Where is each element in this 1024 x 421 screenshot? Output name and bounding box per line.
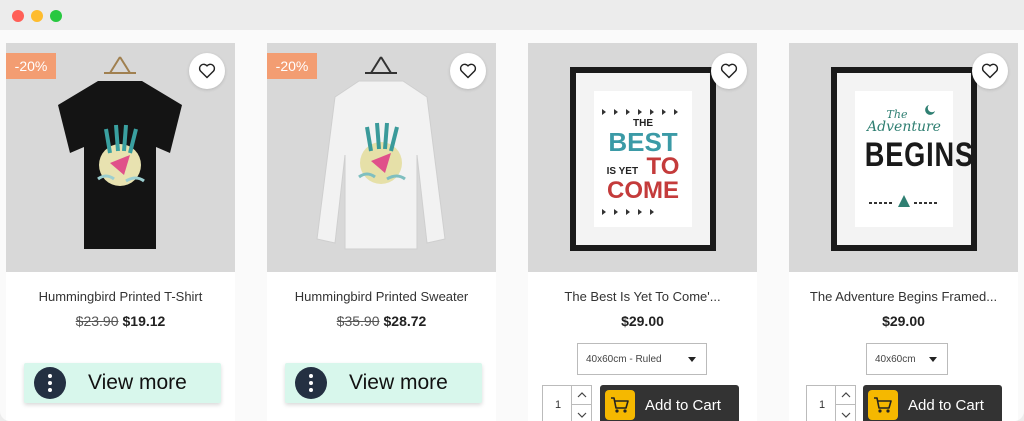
poster-line: BEGINS	[864, 136, 974, 174]
poster-line: TO	[646, 153, 680, 180]
product-grid: -20% Hummingbird Printed T-Shirt $23.90 $…	[0, 30, 1024, 421]
poster-text: The Adventure BEGINS	[855, 109, 974, 174]
quantity-stepper[interactable]: 1	[542, 385, 592, 421]
minimize-window-icon[interactable]	[31, 10, 43, 22]
product-prices: $29.00	[528, 313, 757, 329]
view-more-button[interactable]: View more	[285, 363, 482, 403]
discount-badge: -20%	[267, 53, 317, 79]
product-card-poster-adventure: The Adventure BEGINS The Adventure Begin…	[789, 43, 1018, 421]
product-card-tshirt: -20% Hummingbird Printed T-Shirt $23.90 $…	[6, 43, 235, 421]
variant-select-value: 40x60cm - Ruled	[586, 353, 662, 365]
shopping-cart-icon	[605, 390, 635, 420]
product-price: $29.00	[882, 313, 925, 329]
view-more-button[interactable]: View more	[24, 363, 221, 403]
regular-price: $23.90	[75, 313, 119, 329]
view-more-label: View more	[88, 371, 187, 394]
product-name[interactable]: Hummingbird Printed Sweater	[267, 289, 496, 304]
regular-price: $35.90	[336, 313, 380, 329]
heart-outline-icon	[720, 63, 738, 79]
heart-outline-icon	[981, 63, 999, 79]
poster-line: Adventure	[867, 119, 941, 135]
wishlist-button[interactable]	[189, 53, 225, 89]
chevron-up-icon	[841, 392, 850, 398]
add-to-cart-label: Add to Cart	[908, 396, 984, 414]
wishlist-button[interactable]	[972, 53, 1008, 89]
quantity-stepper[interactable]: 1	[806, 385, 856, 421]
add-to-cart-button[interactable]: Add to Cart	[600, 385, 739, 421]
sale-price: $19.12	[122, 313, 166, 329]
product-price: $29.00	[621, 313, 664, 329]
product-prices: $23.90 $19.12	[6, 313, 235, 329]
wishlist-button[interactable]	[450, 53, 486, 89]
variant-select-value: 40x60cm	[875, 353, 916, 365]
view-more-label: View more	[349, 371, 448, 394]
quantity-value[interactable]: 1	[807, 386, 837, 421]
discount-badge: -20%	[6, 53, 56, 79]
variant-select[interactable]: 40x60cm - Ruled	[577, 343, 707, 375]
quantity-increase-button[interactable]	[835, 386, 855, 405]
sale-price: $28.72	[383, 313, 427, 329]
quantity-decrease-button[interactable]	[571, 405, 591, 421]
poster-text: THE BEST IS YET TO COME	[594, 119, 692, 203]
heart-outline-icon	[459, 63, 477, 79]
add-to-cart-label: Add to Cart	[645, 396, 721, 414]
quantity-increase-button[interactable]	[571, 386, 591, 405]
poster-line: COME	[607, 177, 679, 204]
chevron-down-icon	[841, 412, 850, 418]
shopping-cart-icon	[868, 390, 898, 420]
add-to-cart-button[interactable]: Add to Cart	[863, 385, 1002, 421]
chevron-down-icon	[577, 412, 586, 418]
product-name[interactable]: The Best Is Yet To Come'...	[528, 289, 757, 304]
product-card-poster-best: THE BEST IS YET TO COME The Best Is Yet …	[528, 43, 757, 421]
wishlist-button[interactable]	[711, 53, 747, 89]
more-vertical-icon	[295, 367, 327, 399]
maximize-window-icon[interactable]	[50, 10, 62, 22]
product-prices: $35.90 $28.72	[267, 313, 496, 329]
caret-down-icon	[929, 357, 937, 362]
more-vertical-icon	[34, 367, 66, 399]
variant-select[interactable]: 40x60cm	[866, 343, 948, 375]
close-window-icon[interactable]	[12, 10, 24, 22]
product-prices: $29.00	[789, 313, 1018, 329]
quantity-value[interactable]: 1	[543, 386, 573, 421]
poster-line: IS YET	[606, 166, 639, 177]
quantity-decrease-button[interactable]	[835, 405, 855, 421]
heart-outline-icon	[198, 63, 216, 79]
product-card-sweater: -20% Hummingbird Printed Sweater $35.90 $…	[267, 43, 496, 421]
window-titlebar	[0, 0, 1024, 30]
chevron-up-icon	[577, 392, 586, 398]
product-name[interactable]: Hummingbird Printed T-Shirt	[6, 289, 235, 304]
poster-line: BEST	[608, 127, 678, 157]
caret-down-icon	[688, 357, 696, 362]
product-name[interactable]: The Adventure Begins Framed...	[789, 289, 1018, 304]
